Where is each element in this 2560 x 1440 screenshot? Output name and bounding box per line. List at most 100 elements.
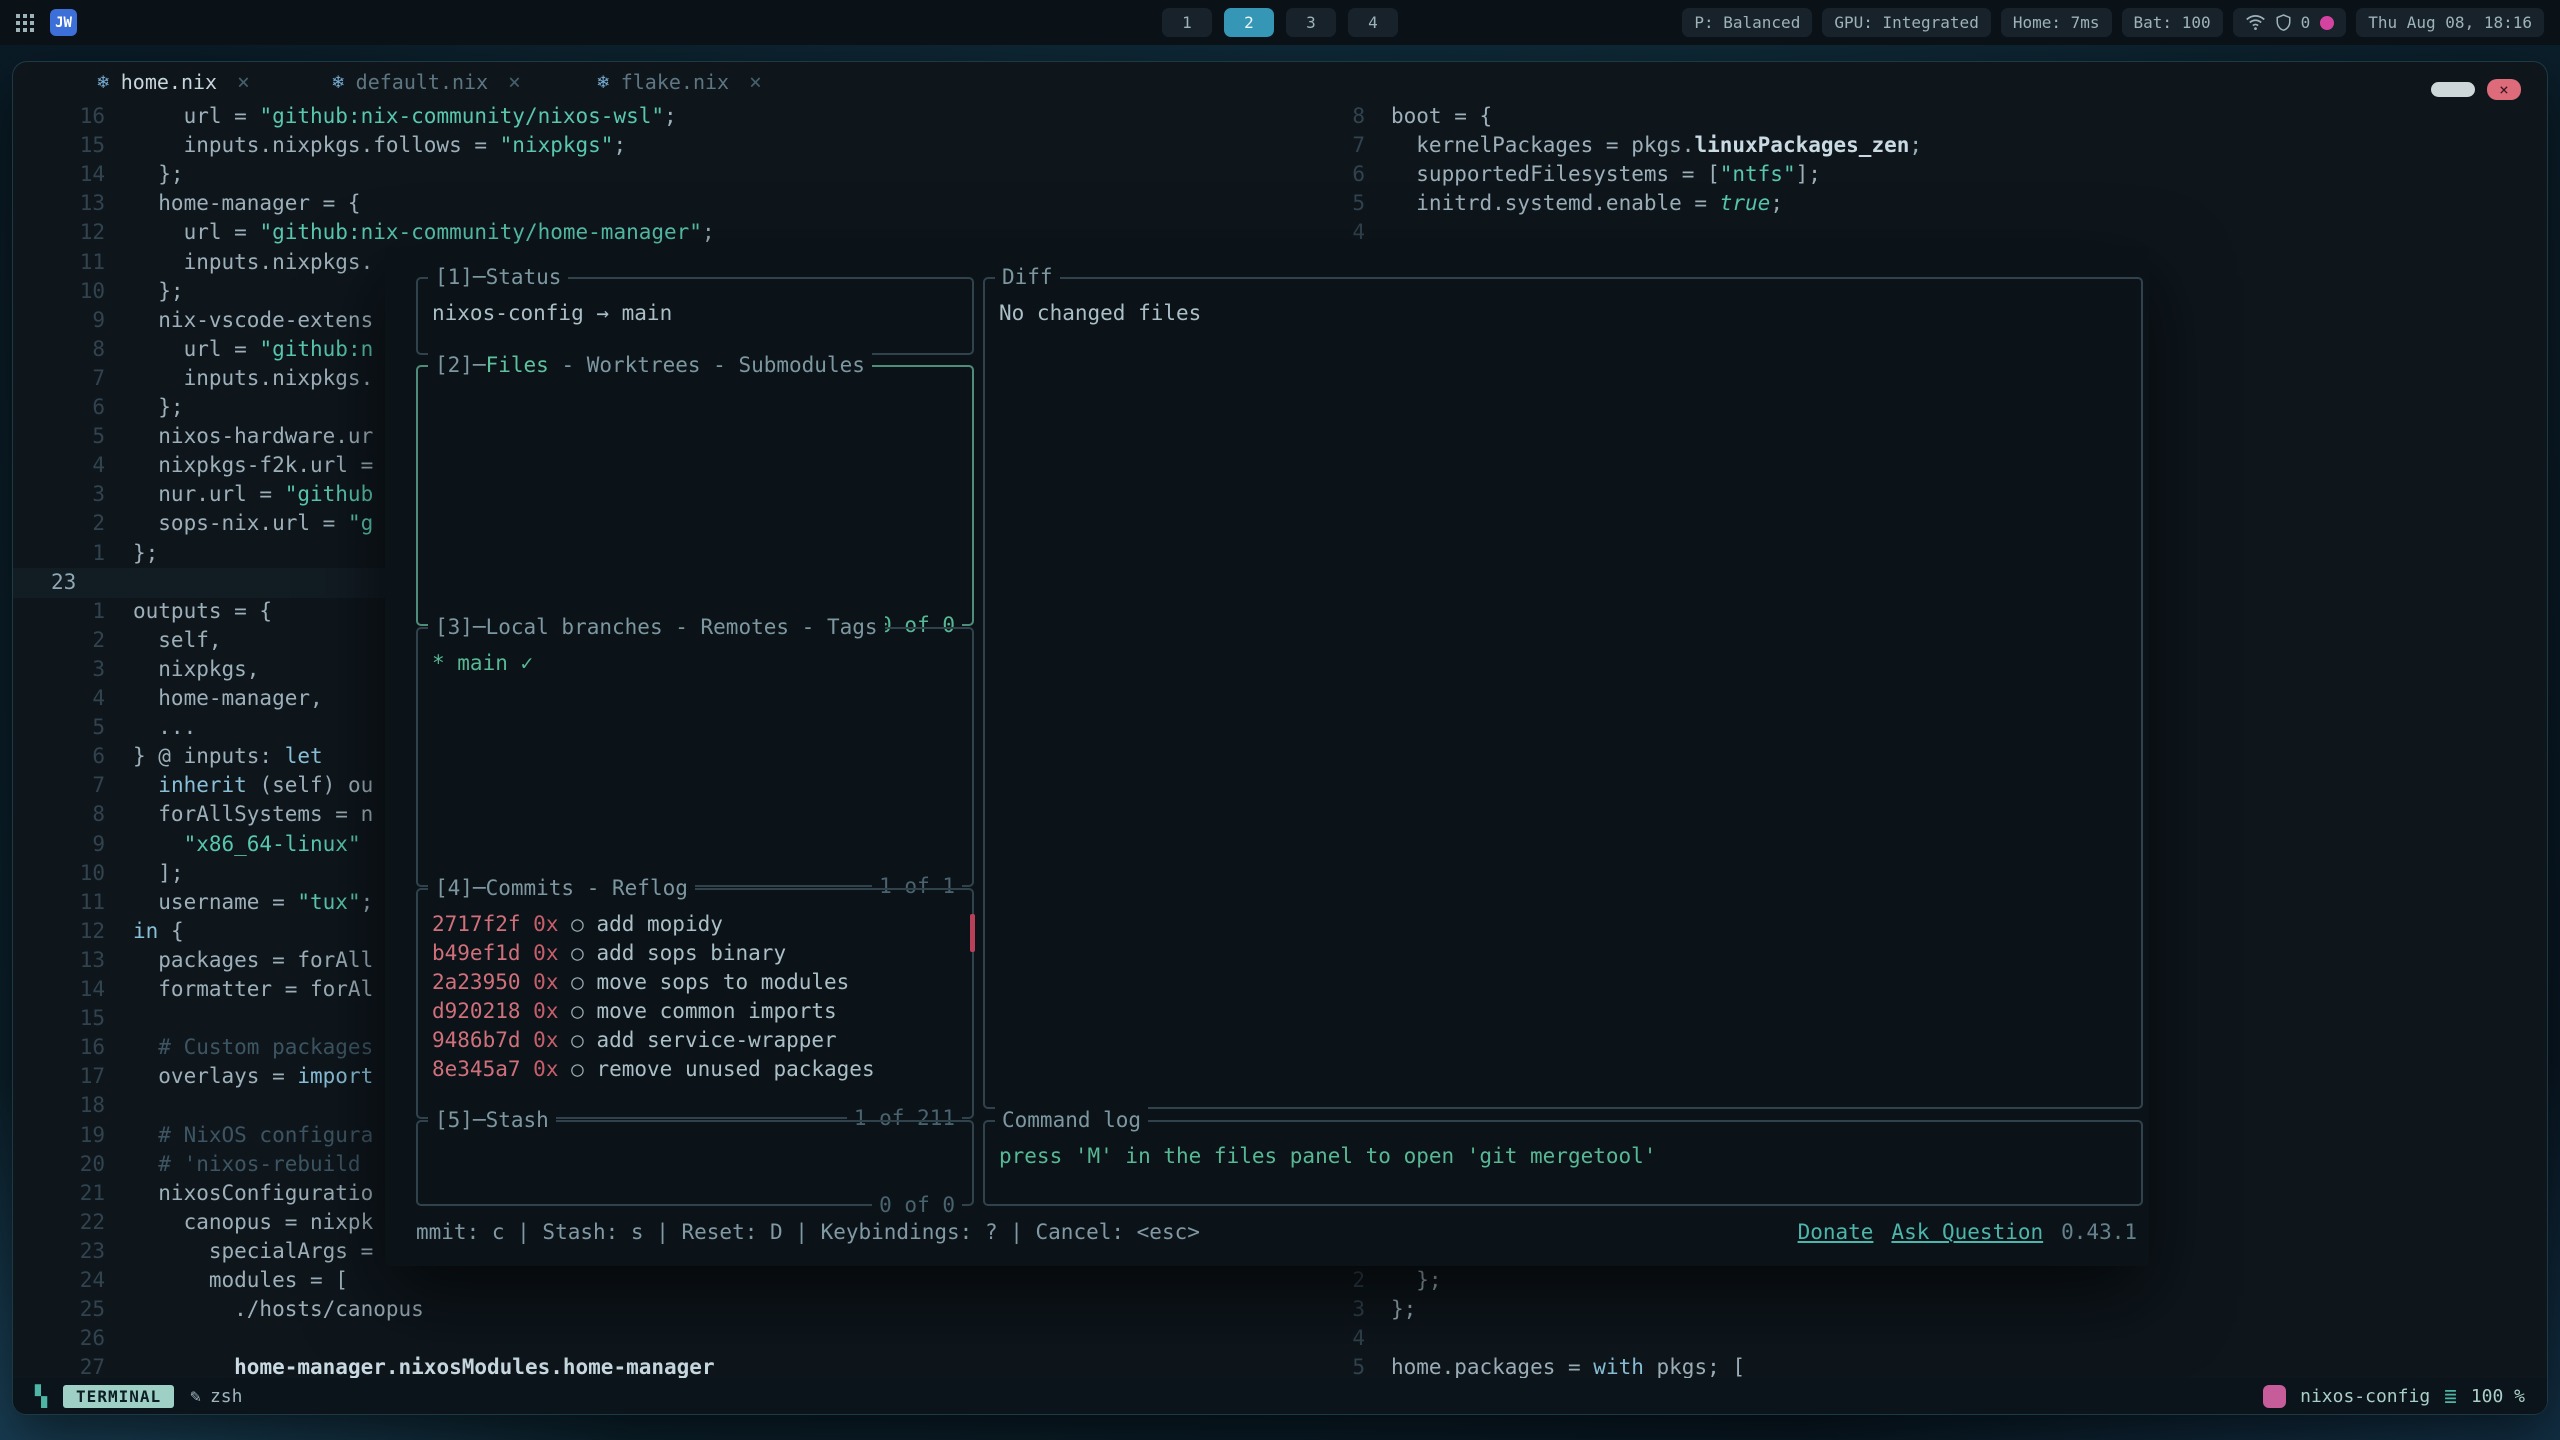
line-number: 1 (13, 597, 105, 627)
command-log-content: press 'M' in the files panel to open 'gi… (985, 1122, 2141, 1171)
tab-label: default.nix (356, 70, 488, 94)
code-line[interactable]: 27 home-manager.nixosModules.home-manage… (13, 1353, 1283, 1378)
line-number: 2 (13, 509, 105, 539)
lazygit-diff-panel[interactable]: Diff No changed files (983, 277, 2143, 1109)
lazygit-version: 0.43.1 (2061, 1218, 2137, 1247)
code-text: in { (133, 917, 184, 947)
commit-item[interactable]: 2a23950 0x ○ move sops to modules (432, 968, 958, 997)
code-line[interactable]: 13 home-manager = { (13, 189, 1283, 219)
code-text: home-manager, (133, 684, 323, 714)
code-text: modules = [ (133, 1266, 348, 1296)
code-text: ./hosts/canopus (133, 1295, 424, 1325)
window-close-button[interactable]: × (2487, 79, 2521, 100)
code-text: }; (133, 393, 184, 423)
status-pill: P: Balanced (1682, 8, 1812, 37)
code-line[interactable]: 2 }; (1287, 1266, 2547, 1296)
line-number: 4 (13, 684, 105, 714)
code-line[interactable]: 26 (13, 1324, 1283, 1354)
status-pill: GPU: Integrated (1822, 8, 1991, 37)
list-icon: ≣ (2444, 1384, 2457, 1408)
line-number: 18 (13, 1091, 105, 1121)
commit-item[interactable]: d920218 0x ○ move common imports (432, 997, 958, 1026)
editor-tab-flake.nix[interactable]: ❄flake.nix× (553, 62, 806, 102)
line-number: 16 (13, 1033, 105, 1063)
clock[interactable]: Thu Aug 08, 18:16 (2356, 8, 2544, 37)
editor-tab-home.nix[interactable]: ❄home.nix× (47, 62, 300, 102)
code-text: }; (133, 539, 158, 569)
code-text: "x86_64-linux" (133, 830, 361, 860)
terminal-tab-chip[interactable]: TERMINAL (63, 1385, 174, 1408)
lazygit-branches-panel[interactable]: [3]─Local branches - Remotes - Tags * ma… (416, 627, 974, 887)
system-tray[interactable]: 0 (2233, 8, 2347, 37)
code-line[interactable]: 15 inputs.nixpkgs.follows = "nixpkgs"; (13, 131, 1283, 161)
shell-pane-tab[interactable]: ✎ zsh (190, 1386, 242, 1407)
battery-percent: 100 % (2471, 1386, 2525, 1407)
code-text: specialArgs = (133, 1237, 373, 1267)
commit-item[interactable]: 9486b7d 0x ○ add service-wrapper (432, 1026, 958, 1055)
commit-item[interactable]: 2717f2f 0x ○ add mopidy (432, 910, 958, 939)
code-line[interactable]: 5 initrd.systemd.enable = true; (1287, 189, 2547, 219)
code-line[interactable]: 8boot = { (1287, 102, 2547, 132)
diff-panel-title: Diff (995, 263, 1060, 292)
lazygit-stash-panel[interactable]: [5]─Stash 0 of 0 (416, 1120, 974, 1206)
line-number: 11 (13, 248, 105, 278)
code-line[interactable]: 5home.packages = with pkgs; [ (1287, 1353, 2547, 1378)
code-line[interactable]: 12 url = "github:nix-community/home-mana… (13, 218, 1283, 248)
status-panel-title: [1]─Status (428, 263, 568, 292)
workspace-button-4[interactable]: 4 (1348, 8, 1398, 37)
workspace-button-2[interactable]: 2 (1224, 8, 1274, 37)
status-pill: Home: 7ms (2001, 8, 2112, 37)
tab-close-icon[interactable]: × (237, 70, 250, 94)
branches-panel-title: [3]─Local branches - Remotes - Tags (428, 613, 885, 642)
user-badge[interactable]: JW (50, 9, 77, 36)
commits-scrollbar[interactable] (970, 914, 975, 952)
code-text: } @ inputs: let (133, 742, 323, 772)
line-number: 19 (13, 1121, 105, 1151)
workspace-button-1[interactable]: 1 (1162, 8, 1212, 37)
code-line[interactable]: 6 supportedFilesystems = ["ntfs"]; (1287, 160, 2547, 190)
ask-question-link[interactable]: Ask Question (1891, 1218, 2043, 1247)
lazygit-command-log-panel[interactable]: Command log press 'M' in the files panel… (983, 1120, 2143, 1206)
diff-content: No changed files (985, 279, 2141, 328)
code-text: forAllSystems = n (133, 800, 373, 830)
code-line[interactable]: 4 (1287, 1324, 2547, 1354)
code-line[interactable]: 16 url = "github:nix-community/nixos-wsl… (13, 102, 1283, 132)
line-number: 23 (13, 568, 105, 598)
code-line[interactable]: 24 modules = [ (13, 1266, 1283, 1296)
top-status-bar: JW 1234 P: Balanced GPU: Integrated Home: … (0, 0, 2560, 45)
lazygit-files-panel[interactable]: [2]─Files - Worktrees - Submodules 0 of … (416, 365, 974, 626)
code-line[interactable]: 7 kernelPackages = pkgs.linuxPackages_ze… (1287, 131, 2547, 161)
commit-item[interactable]: b49ef1d 0x ○ add sops binary (432, 939, 958, 968)
code-line[interactable]: 14 }; (13, 160, 1283, 190)
line-number: 15 (13, 131, 105, 161)
code-text: nixos-hardware.ur (133, 422, 373, 452)
status-pill: Bat: 100 (2122, 8, 2223, 37)
workspace-button-3[interactable]: 3 (1286, 8, 1336, 37)
code-line[interactable]: 25 ./hosts/canopus (13, 1295, 1283, 1325)
code-text: nur.url = "github (133, 480, 373, 510)
code-text: nixosConfiguratio (133, 1179, 373, 1209)
tab-close-icon[interactable]: × (508, 70, 521, 94)
code-text: nix-vscode-extens (133, 306, 373, 336)
code-text: initrd.systemd.enable = true; (1391, 189, 1783, 219)
code-line[interactable]: 4 (1287, 218, 2547, 248)
window-minimize-pill[interactable] (2431, 82, 2475, 97)
line-number: 3 (1287, 1295, 1365, 1325)
commit-item[interactable]: 8e345a7 0x ○ remove unused packages (432, 1055, 958, 1084)
command-log-title: Command log (995, 1106, 1148, 1135)
code-text: ]; (133, 859, 184, 889)
line-number: 22 (13, 1208, 105, 1238)
app-launcher-icon[interactable] (16, 14, 34, 32)
line-number: 23 (13, 1237, 105, 1267)
code-line[interactable]: 3}; (1287, 1295, 2547, 1325)
lazygit-status-panel[interactable]: [1]─Status nixos-config → main (416, 277, 974, 355)
donate-link[interactable]: Donate (1798, 1218, 1874, 1247)
keybind-hints: mmit: c | Stash: s | Reset: D | Keybindi… (416, 1218, 1200, 1247)
nix-flake-icon: ❄ (332, 71, 343, 93)
code-text: # 'nixos-rebuild (133, 1150, 361, 1180)
color-indicator-icon (2320, 16, 2334, 30)
editor-tab-default.nix[interactable]: ❄ default.nix × (300, 62, 553, 102)
session-name: nixos-config (2300, 1386, 2430, 1407)
tab-close-icon[interactable]: × (749, 70, 762, 94)
lazygit-commits-panel[interactable]: [4]─Commits - Reflog 2717f2f 0x ○ add mo… (416, 888, 974, 1119)
